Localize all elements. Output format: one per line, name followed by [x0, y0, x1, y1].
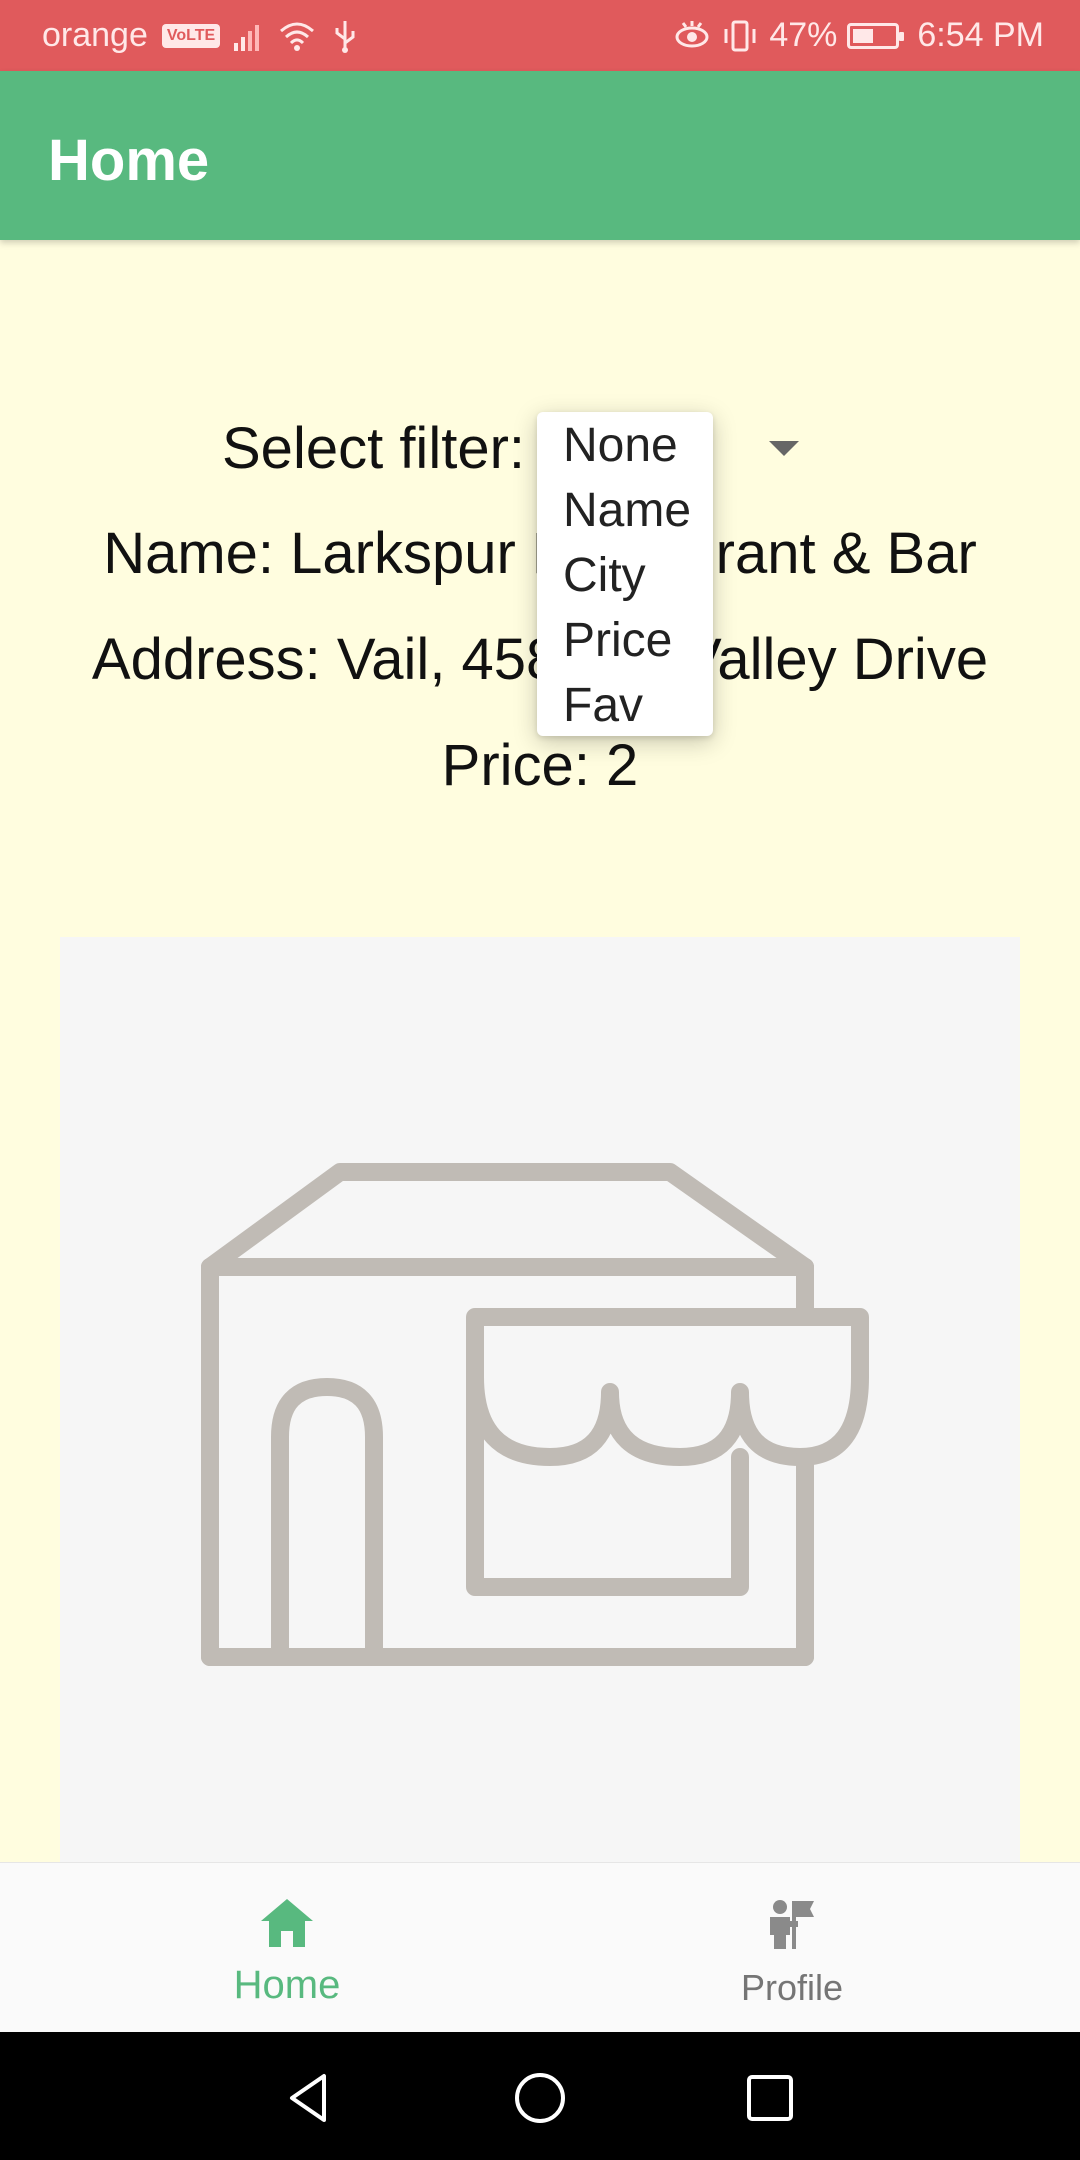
nav-home-label: Home	[233, 1963, 341, 2007]
eye-icon	[675, 20, 709, 47]
carrier-name: orange	[42, 16, 148, 54]
system-nav-bar	[0, 2032, 1080, 2160]
status-right: 47% 6:54 PM	[673, 16, 1044, 55]
filter-option-fav[interactable]: Fav	[563, 676, 643, 736]
home-circle-icon[interactable]	[512, 2070, 568, 2126]
status-left: orange VoLTE	[42, 16, 364, 55]
vibrate-icon	[724, 20, 756, 51]
filter-dropdown-menu: None Name City Price Fav	[537, 412, 713, 736]
nav-home[interactable]: Home	[137, 1863, 437, 2033]
nav-profile[interactable]: Profile	[642, 1863, 942, 2033]
recents-icon[interactable]	[742, 2070, 798, 2126]
battery-percent: 47%	[769, 16, 838, 54]
filter-option-city[interactable]: City	[563, 546, 646, 606]
filter-option-name[interactable]: Name	[563, 481, 691, 541]
home-icon	[261, 1899, 313, 1947]
filter-option-none[interactable]: None	[563, 416, 678, 476]
nav-profile-label: Profile	[740, 1967, 844, 2008]
wifi-icon	[280, 22, 315, 51]
profile-icon	[770, 1900, 814, 1949]
app-bar: Home	[0, 71, 1080, 240]
signal-icon	[234, 24, 260, 51]
restaurant-image[interactable]	[60, 937, 1020, 1867]
usb-icon	[335, 20, 355, 53]
status-time: 6:54 PM	[917, 16, 1044, 54]
volte-badge: VoLTE	[161, 23, 221, 48]
filter-option-price[interactable]: Price	[563, 611, 672, 671]
back-icon[interactable]	[282, 2070, 338, 2126]
page-title: Home	[48, 128, 210, 193]
bottom-nav: Home Profile	[0, 1862, 1080, 2033]
restaurant-price: Price: 2	[441, 733, 639, 798]
filter-label: Select filter:	[222, 416, 525, 481]
dropdown-arrow-icon[interactable]	[769, 441, 799, 456]
battery-icon	[847, 22, 905, 49]
status-bar: orange VoLTE 47% 6:54 PM	[0, 0, 1080, 71]
storefront-icon	[201, 1163, 869, 1666]
